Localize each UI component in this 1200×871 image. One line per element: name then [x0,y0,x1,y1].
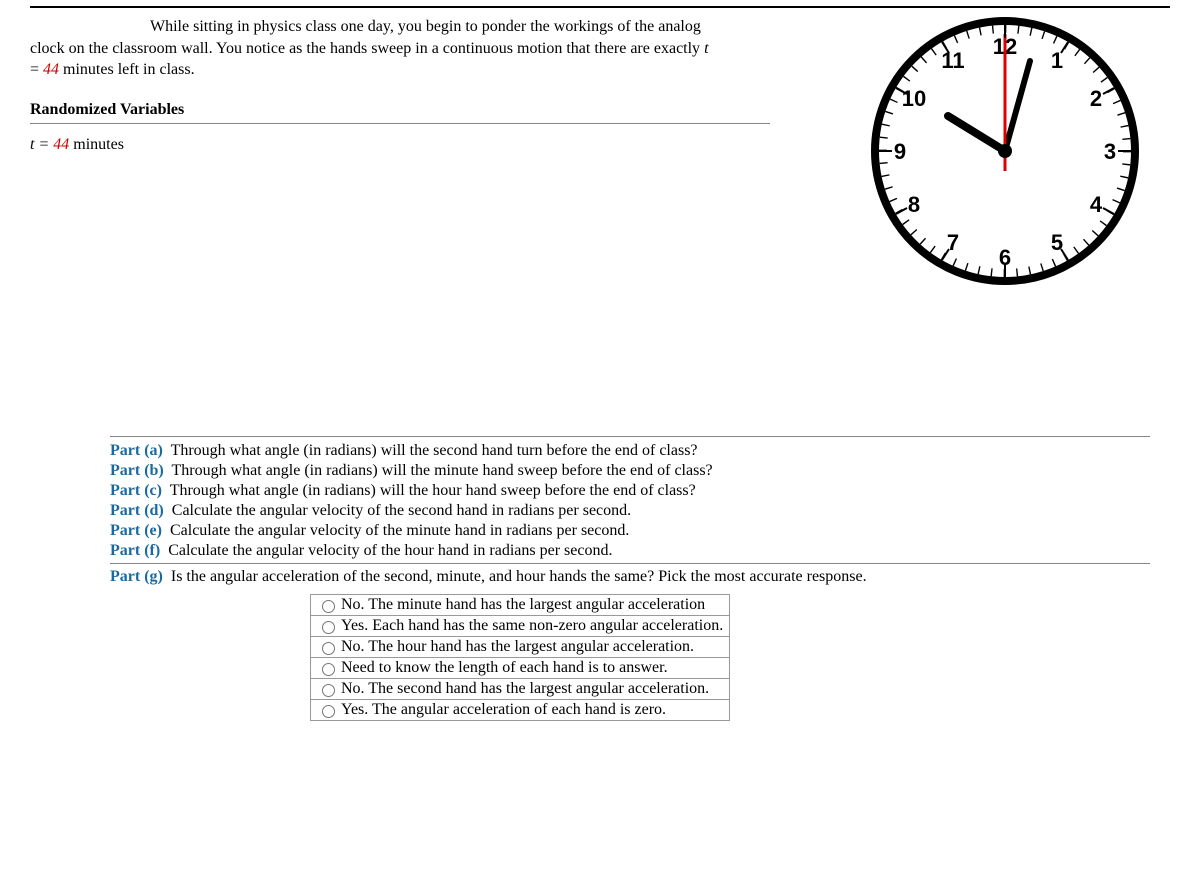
part-c-label: Part (c) [110,482,166,499]
option-text-3: Need to know the length of each hand is … [341,659,668,677]
t-value-inline: 44 [43,61,59,78]
option-row-4[interactable]: No. The second hand has the largest angu… [310,678,730,700]
part-b: Part (b) Through what angle (in radians)… [110,461,1150,481]
option-text-4: No. The second hand has the largest angu… [341,680,709,698]
svg-text:8: 8 [908,192,920,217]
option-radio-4[interactable] [322,684,335,697]
option-text-5: Yes. The angular acceleration of each ha… [341,701,666,719]
part-a-label: Part (a) [110,442,167,459]
part-g-label: Part (g) [110,568,167,585]
part-d: Part (d) Calculate the angular velocity … [110,501,1150,521]
part-f-text: Calculate the angular velocity of the ho… [168,542,612,559]
option-radio-1[interactable] [322,621,335,634]
option-row-2[interactable]: No. The hour hand has the largest angula… [310,636,730,658]
svg-text:3: 3 [1104,139,1116,164]
option-radio-2[interactable] [322,642,335,655]
t-value: 44 [53,136,69,153]
part-b-label: Part (b) [110,462,168,479]
analog-clock-image: 12 1 2 3 4 5 6 7 8 9 10 11 [870,16,1140,291]
part-c-text: Through what angle (in radians) will the… [170,482,696,499]
problem-section: While sitting in physics class one day, … [30,6,1170,296]
part-a-text: Through what angle (in radians) will the… [171,442,698,459]
part-g-options: No. The minute hand has the largest angu… [310,595,730,721]
svg-text:10: 10 [902,86,926,111]
part-e-text: Calculate the angular velocity of the mi… [170,522,629,539]
part-c: Part (c) Through what angle (in radians)… [110,481,1150,501]
parts-divider [110,563,1150,564]
part-e-label: Part (e) [110,522,166,539]
option-row-5[interactable]: Yes. The angular acceleration of each ha… [310,699,730,721]
option-text-0: No. The minute hand has the largest angu… [341,596,705,614]
option-row-3[interactable]: Need to know the length of each hand is … [310,657,730,679]
option-row-1[interactable]: Yes. Each hand has the same non-zero ang… [310,615,730,637]
part-e: Part (e) Calculate the angular velocity … [110,521,1150,541]
svg-text:4: 4 [1090,192,1103,217]
part-d-label: Part (d) [110,502,168,519]
part-f: Part (f) Calculate the angular velocity … [110,541,1150,561]
option-text-2: No. The hour hand has the largest angula… [341,638,694,656]
randomized-variables-heading: Randomized Variables [30,99,770,125]
randomized-variables-value: t = 44 minutes [30,134,720,156]
option-row-0[interactable]: No. The minute hand has the largest angu… [310,594,730,616]
option-radio-0[interactable] [322,600,335,613]
part-g-text: Is the angular acceleration of the secon… [171,568,867,585]
part-g: Part (g) Is the angular acceleration of … [110,567,1150,587]
part-f-label: Part (f) [110,542,164,559]
parts-list: Part (a) Through what angle (in radians)… [110,436,1150,721]
svg-text:9: 9 [894,139,906,164]
part-b-text: Through what angle (in radians) will the… [171,462,712,479]
option-text-1: Yes. Each hand has the same non-zero ang… [341,617,723,635]
svg-text:11: 11 [941,48,964,73]
option-radio-3[interactable] [322,663,335,676]
part-a: Part (a) Through what angle (in radians)… [110,441,1150,461]
option-radio-5[interactable] [322,705,335,718]
svg-text:2: 2 [1090,86,1102,111]
part-d-text: Calculate the angular velocity of the se… [172,502,631,519]
problem-text: While sitting in physics class one day, … [30,16,720,156]
problem-intro: While sitting in physics class one day, … [30,16,720,81]
